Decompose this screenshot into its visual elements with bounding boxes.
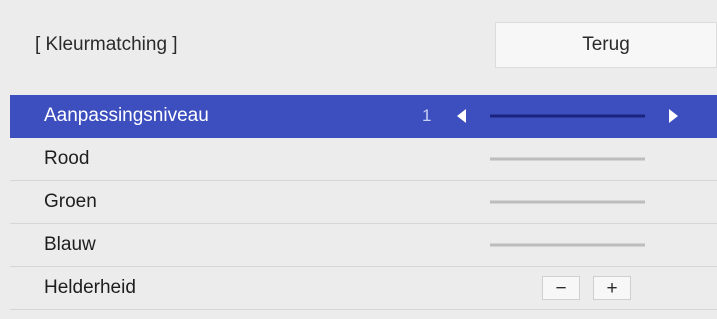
green-slider[interactable] [490, 200, 645, 204]
menu-item-blauw[interactable]: Blauw [10, 224, 717, 267]
menu-item-label: Aanpassingsniveau [44, 105, 209, 126]
level-slider[interactable] [490, 114, 645, 118]
page-title: [ Kleurmatching ] [35, 34, 178, 55]
menu-item-label: Groen [44, 191, 97, 212]
level-value: 1 [422, 106, 432, 125]
back-button[interactable]: Terug [495, 22, 717, 68]
menu-item-aanpassingsniveau[interactable]: Aanpassingsniveau 1 [10, 95, 717, 138]
menu-item-rood[interactable]: Rood [10, 138, 717, 181]
menu-item-label: Rood [44, 148, 90, 169]
blue-slider[interactable] [490, 243, 645, 247]
menu-item-helderheid[interactable]: Helderheid − + [10, 267, 717, 310]
menu-item-label: Helderheid [44, 277, 136, 298]
red-slider[interactable] [490, 157, 645, 161]
increase-button[interactable]: + [593, 276, 631, 300]
decrease-button[interactable]: − [542, 276, 580, 300]
triangle-right-icon[interactable] [669, 109, 678, 123]
menu-item-groen[interactable]: Groen [10, 181, 717, 224]
settings-menu: Aanpassingsniveau 1 Rood Groen Blauw Hel… [10, 95, 717, 310]
triangle-left-icon[interactable] [457, 109, 466, 123]
brightness-controls: − + [542, 276, 631, 300]
menu-item-label: Blauw [44, 234, 96, 255]
